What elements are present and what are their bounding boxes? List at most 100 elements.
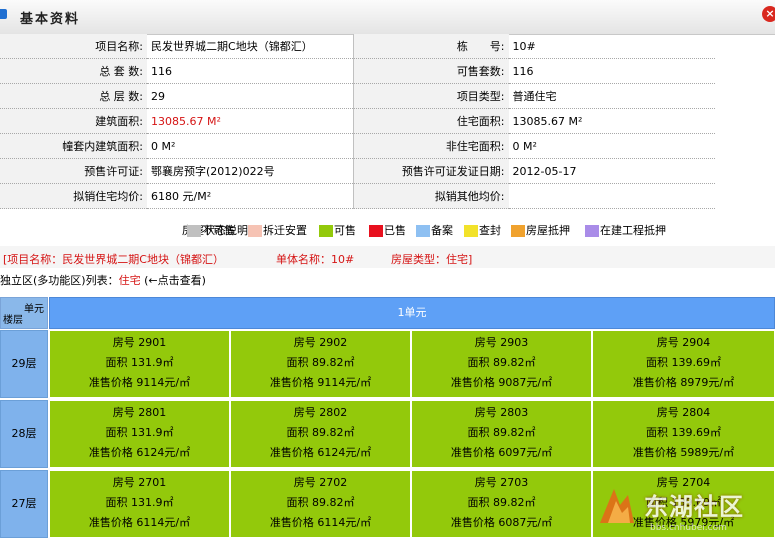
info-row: 项目名称: 民发世界城二期C地块（锦都汇）栋 号: 10# <box>0 34 715 59</box>
info-label: 项目名称: <box>0 34 148 59</box>
info-row: 总 套 数: 116 可售套数: 116 <box>0 58 715 84</box>
info-row: 总 层 数: 29 项目类型: 普通住宅 <box>0 83 715 109</box>
title-bar: 基本资料 × <box>0 0 775 35</box>
room-cell[interactable]: 房号 2901 面积 131.9㎡ 准售价格 9114元/㎡ <box>49 330 230 398</box>
info-value: 10# <box>508 34 715 59</box>
summary-project: [项目名称：民发世界城二期C地块（锦都汇） <box>3 253 224 266</box>
room-area: 面积 139.69㎡ <box>646 356 721 369</box>
room-area: 面积 89.82㎡ <box>467 356 536 369</box>
info-value: 2012-05-17 <box>508 158 715 184</box>
room-area: 面积 131.9㎡ <box>105 496 174 509</box>
room-cell[interactable]: 房号 2802 面积 89.82㎡ 准售价格 6124元/㎡ <box>230 400 411 468</box>
legend-swatch <box>319 225 333 237</box>
grid-corner: 单元 楼层 <box>0 297 48 329</box>
info-label: 幢套内建筑面积: <box>0 133 148 159</box>
room-price: 准售价格 6114元/㎡ <box>269 516 372 529</box>
info-label: 预售许可证发证日期: <box>353 158 509 184</box>
room-price: 准售价格 6124元/㎡ <box>269 446 372 459</box>
info-value: 116 <box>508 58 715 84</box>
info-label: 预售许可证: <box>0 158 148 184</box>
room-price: 准售价格 9114元/㎡ <box>269 376 372 389</box>
info-label: 总 层 数: <box>0 83 148 109</box>
close-icon[interactable]: × <box>762 6 775 22</box>
legend-item: 不可售 <box>187 222 235 238</box>
room-no: 房号 2804 <box>656 406 711 419</box>
room-no: 房号 2701 <box>112 476 167 489</box>
legend-item-label: 房屋抵押 <box>526 224 570 237</box>
room-cell[interactable]: 房号 2702 面积 89.82㎡ 准售价格 6114元/㎡ <box>230 470 411 538</box>
room-area: 面积 89.82㎡ <box>467 426 536 439</box>
room-cell[interactable]: 房号 2703 面积 89.82㎡ 准售价格 6087元/㎡ <box>411 470 592 538</box>
info-label: 非住宅面积: <box>353 133 509 159</box>
zone-list-hint: (←点击查看) <box>144 274 206 287</box>
room-cell[interactable]: 房号 2903 面积 89.82㎡ 准售价格 9087元/㎡ <box>411 330 592 398</box>
legend-item-label: 查封 <box>479 224 501 237</box>
info-row: 拟销住宅均价: 6180 元/M² 拟销其他均价: <box>0 183 715 209</box>
legend-item: 在建工程抵押 <box>585 222 666 238</box>
unit-header: 1单元 <box>49 297 775 329</box>
legend-swatch <box>248 225 262 237</box>
info-value: 6180 元/M² <box>147 183 354 209</box>
room-no: 房号 2901 <box>112 336 167 349</box>
room-no: 房号 2801 <box>112 406 167 419</box>
legend-swatch <box>416 225 430 237</box>
room-price: 准售价格 6114元/㎡ <box>88 516 191 529</box>
room-no: 房号 2903 <box>474 336 529 349</box>
legend-item: 拆迁安置 <box>248 222 307 238</box>
info-label: 拟销其他均价: <box>353 183 509 209</box>
section-title: 基本资料 <box>20 12 81 27</box>
legend-swatch <box>511 225 525 237</box>
room-no: 房号 2802 <box>293 406 348 419</box>
room-no: 房号 2803 <box>474 406 529 419</box>
summary-type: 房屋类型：住宅] <box>391 253 473 266</box>
zone-link-residential[interactable]: 住宅 <box>119 274 141 287</box>
info-label: 栋 号: <box>353 34 509 59</box>
room-area: 面积 131.9㎡ <box>105 426 174 439</box>
info-value: 普通住宅 <box>508 83 715 109</box>
info-value: 0 M² <box>508 133 715 159</box>
room-cell[interactable]: 房号 2902 面积 89.82㎡准售价格 9114元/㎡ <box>230 330 411 398</box>
room-cell[interactable]: 房号 2701 面积 131.9㎡准售价格 6114元/㎡ <box>49 470 230 538</box>
room-price: 准售价格 6087元/㎡ <box>450 516 553 529</box>
watermark-text: 东湖社区 <box>644 493 744 521</box>
legend-item: 查封 <box>464 222 501 238</box>
legend-swatch <box>369 225 383 237</box>
room-cell[interactable]: 房号 2904 面积 139.69㎡准售价格 8979元/㎡ <box>592 330 775 398</box>
info-label: 可售套数: <box>353 58 509 84</box>
room-price: 准售价格 6097元/㎡ <box>450 446 553 459</box>
legend-swatch <box>464 225 478 237</box>
watermark-url: bbs.cnhubei.com <box>650 523 727 533</box>
legend-swatch <box>187 225 201 237</box>
room-price: 准售价格 5989元/㎡ <box>632 446 735 459</box>
info-value: 29 <box>147 83 354 109</box>
room-price: 准售价格 9114元/㎡ <box>88 376 191 389</box>
status-legend: 房屋状态说明： 不可售 拆迁安置 可售 已售 备案 查封 房屋抵押 在建工程抵押 <box>0 217 775 243</box>
info-label: 拟销住宅均价: <box>0 183 148 209</box>
room-no: 房号 2702 <box>293 476 348 489</box>
info-value: 民发世界城二期C地块（锦都汇） <box>147 34 354 59</box>
room-cell[interactable]: 房号 2803 面积 89.82㎡准售价格 6097元/㎡ <box>411 400 592 468</box>
legend-item: 备案 <box>416 222 453 238</box>
room-price: 准售价格 6124元/㎡ <box>88 446 191 459</box>
floor-label: 29层 <box>0 330 48 398</box>
legend-item-label: 不可售 <box>202 224 235 237</box>
info-label: 总 套 数: <box>0 58 148 84</box>
legend-item-label: 可售 <box>334 224 356 237</box>
room-price: 准售价格 8979元/㎡ <box>632 376 735 389</box>
info-value: 13085.67 M² <box>147 108 354 134</box>
room-no: 房号 2904 <box>656 336 711 349</box>
room-cell[interactable]: 房号 2804 面积 139.69㎡ 准售价格 5989元/㎡ <box>592 400 775 468</box>
info-label: 住宅面积: <box>353 108 509 134</box>
room-area: 面积 89.82㎡ <box>467 496 536 509</box>
room-no: 房号 2902 <box>293 336 348 349</box>
info-row: 幢套内建筑面积: 0 M² 非住宅面积: 0 M² <box>0 133 715 159</box>
zone-list-label: 独立区(多功能区)列表： <box>0 274 119 287</box>
project-info-table: 项目名称: 民发世界城二期C地块（锦都汇）栋 号: 10# 总 套 数: 116 可售套数… <box>0 34 715 209</box>
info-value: 116 <box>147 58 354 84</box>
legend-item-label: 已售 <box>384 224 406 237</box>
room-cell[interactable]: 房号 2801 面积 131.9㎡准售价格 6124元/㎡ <box>49 400 230 468</box>
room-area: 面积 89.82㎡ <box>286 356 355 369</box>
corner-unit-label: 单元 <box>24 304 44 315</box>
info-value: 0 M² <box>147 133 354 159</box>
info-row: 建筑面积: 13085.67 M² 住宅面积: 13085.67 M² <box>0 108 715 134</box>
